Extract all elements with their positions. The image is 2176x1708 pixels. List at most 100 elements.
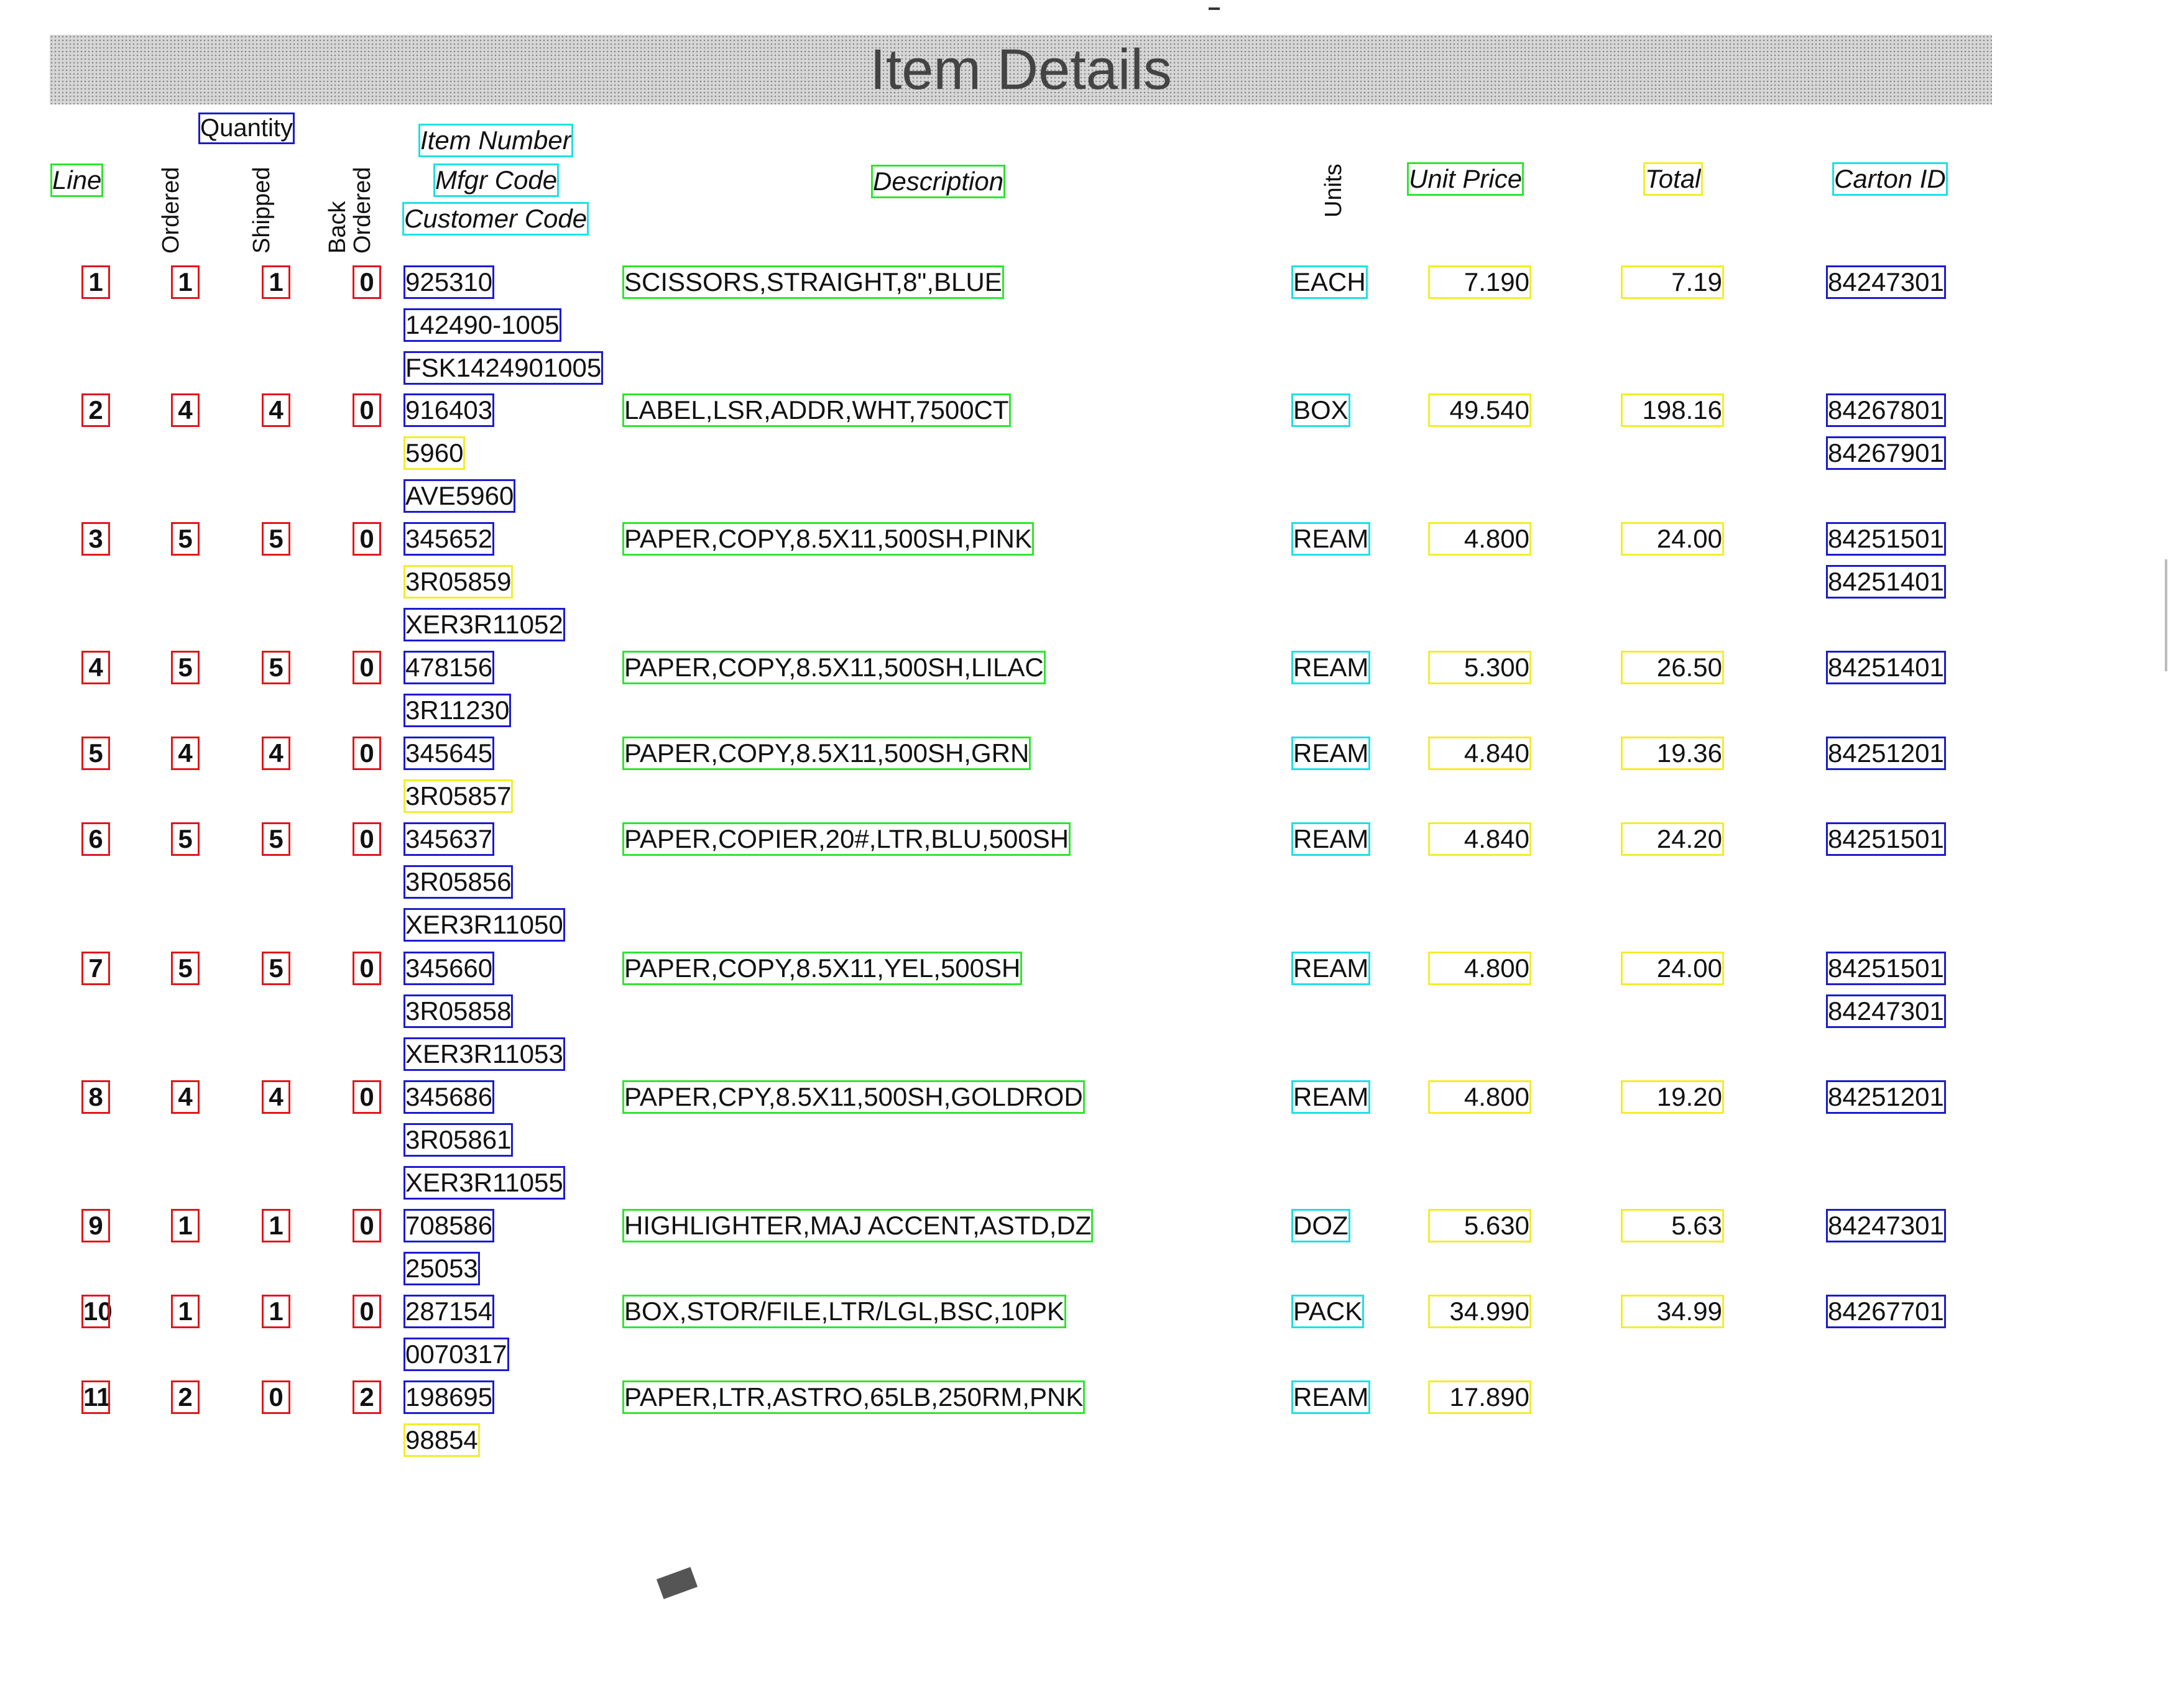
row-carton-id: 84251201 [1826, 1080, 1946, 1114]
row-total: 7.19 [1621, 265, 1724, 299]
row-back-ordered: 0 [353, 393, 381, 427]
row-item-code: 708586 [403, 1209, 495, 1242]
scan-edge-line [2165, 559, 2167, 671]
row-description: PAPER,COPY,8.5X11,YEL,500SH [622, 952, 1023, 985]
row-shipped: 5 [262, 822, 290, 856]
row-carton-id: 84247301 [1826, 1209, 1946, 1242]
row-unit-price: 5.300 [1428, 651, 1531, 684]
row-back-ordered: 0 [353, 822, 381, 856]
row-units: PACK [1291, 1295, 1365, 1328]
row-unit-price: 17.890 [1428, 1380, 1531, 1414]
row-description: HIGHLIGHTER,MAJ ACCENT,ASTD,DZ [622, 1209, 1094, 1242]
row-shipped: 4 [262, 737, 290, 770]
row-unit-price: 34.990 [1428, 1295, 1531, 1328]
row-item-code: 345686 [403, 1080, 495, 1114]
row-ordered: 4 [171, 1080, 200, 1114]
row-shipped: 0 [262, 1380, 290, 1414]
row-item-code: XER3R11050 [403, 908, 565, 942]
row-item-code: 345645 [403, 737, 495, 770]
header-line: Line [50, 163, 104, 197]
row-shipped: 4 [262, 393, 290, 427]
row-total: 24.00 [1621, 952, 1724, 985]
row-ordered: 4 [171, 737, 200, 770]
row-total: 19.20 [1621, 1080, 1724, 1114]
row-line-number: 6 [81, 822, 110, 856]
row-description: PAPER,COPY,8.5X11,500SH,LILAC [622, 651, 1046, 684]
row-carton-id: 84251201 [1826, 737, 1946, 770]
row-carton-id: 84251401 [1826, 651, 1946, 684]
row-back-ordered: 0 [353, 522, 381, 556]
row-units: REAM [1291, 651, 1371, 684]
header-description: Description [870, 165, 1006, 198]
row-item-code: 287154 [403, 1295, 495, 1328]
row-carton-id: 84251501 [1826, 822, 1946, 856]
row-ordered: 1 [171, 265, 200, 299]
row-shipped: 5 [262, 651, 290, 684]
row-shipped: 1 [262, 1295, 290, 1328]
row-units: REAM [1291, 952, 1371, 985]
row-total: 24.00 [1621, 522, 1724, 556]
header-ordered: Ordered [158, 167, 184, 254]
header-item-number: Item Number [418, 124, 573, 157]
row-ordered: 1 [171, 1209, 200, 1242]
row-unit-price: 4.800 [1428, 1080, 1531, 1114]
row-carton-id: 84267801 [1826, 393, 1946, 427]
row-back-ordered: 0 [353, 737, 381, 770]
row-shipped: 1 [262, 265, 290, 299]
row-total: 198.16 [1621, 393, 1724, 427]
row-line-number: 7 [81, 952, 110, 985]
row-units: REAM [1291, 522, 1371, 556]
row-description: PAPER,COPIER,20#,LTR,BLU,500SH [622, 822, 1071, 856]
row-item-code: 98854 [403, 1423, 480, 1457]
row-item-code: AVE5960 [403, 479, 516, 513]
row-description: PAPER,CPY,8.5X11,500SH,GOLDROD [622, 1080, 1085, 1114]
row-description: LABEL,LSR,ADDR,WHT,7500CT [622, 393, 1011, 427]
row-item-code: 0070317 [403, 1338, 509, 1371]
row-units: REAM [1291, 1080, 1371, 1114]
row-unit-price: 7.190 [1428, 265, 1531, 299]
row-ordered: 2 [171, 1380, 200, 1414]
row-item-code: XER3R11055 [403, 1166, 565, 1200]
row-item-code: FSK1424901005 [403, 351, 604, 385]
row-line-number: 2 [81, 393, 110, 427]
row-back-ordered: 0 [353, 651, 381, 684]
scan-speck [656, 1567, 698, 1599]
row-units: DOZ [1291, 1209, 1350, 1242]
row-total: 5.63 [1621, 1209, 1724, 1242]
row-description: PAPER,COPY,8.5X11,500SH,PINK [622, 522, 1035, 556]
header-total: Total [1643, 162, 1703, 196]
row-ordered: 5 [171, 822, 200, 856]
row-back-ordered: 0 [353, 1209, 381, 1242]
row-item-code: 925310 [403, 265, 495, 299]
row-back-ordered: 0 [353, 952, 381, 985]
row-units: REAM [1291, 1380, 1371, 1414]
row-line-number: 10 [81, 1295, 113, 1328]
row-unit-price: 5.630 [1428, 1209, 1531, 1242]
row-item-code: 5960 [403, 436, 466, 470]
row-unit-price: 4.840 [1428, 737, 1531, 770]
row-ordered: 5 [171, 522, 200, 556]
page-title: Item Details [870, 38, 1172, 101]
row-units: REAM [1291, 822, 1371, 856]
row-item-code: 142490-1005 [403, 308, 561, 342]
header-quantity: Quantity [198, 112, 295, 144]
row-carton-id: 84267901 [1826, 436, 1946, 470]
row-line-number: 11 [81, 1380, 111, 1414]
row-line-number: 5 [81, 737, 110, 770]
row-shipped: 4 [262, 1080, 290, 1114]
header-shipped: Shipped [249, 167, 275, 254]
row-line-number: 3 [81, 522, 110, 556]
row-units: REAM [1291, 737, 1371, 770]
row-item-code: 3R05858 [403, 994, 514, 1028]
row-description: PAPER,LTR,ASTRO,65LB,250RM,PNK [622, 1380, 1086, 1414]
row-back-ordered: 2 [353, 1380, 381, 1414]
row-back-ordered: 0 [353, 265, 381, 299]
row-line-number: 4 [81, 651, 110, 684]
row-carton-id: 84247301 [1826, 994, 1946, 1028]
row-item-code: 3R11230 [403, 694, 512, 727]
row-item-code: 916403 [403, 393, 495, 427]
row-item-code: 3R05859 [403, 565, 514, 599]
row-units: BOX [1291, 393, 1350, 427]
row-item-code: 345637 [403, 822, 495, 856]
header-customer-code: Customer Code [402, 202, 589, 236]
